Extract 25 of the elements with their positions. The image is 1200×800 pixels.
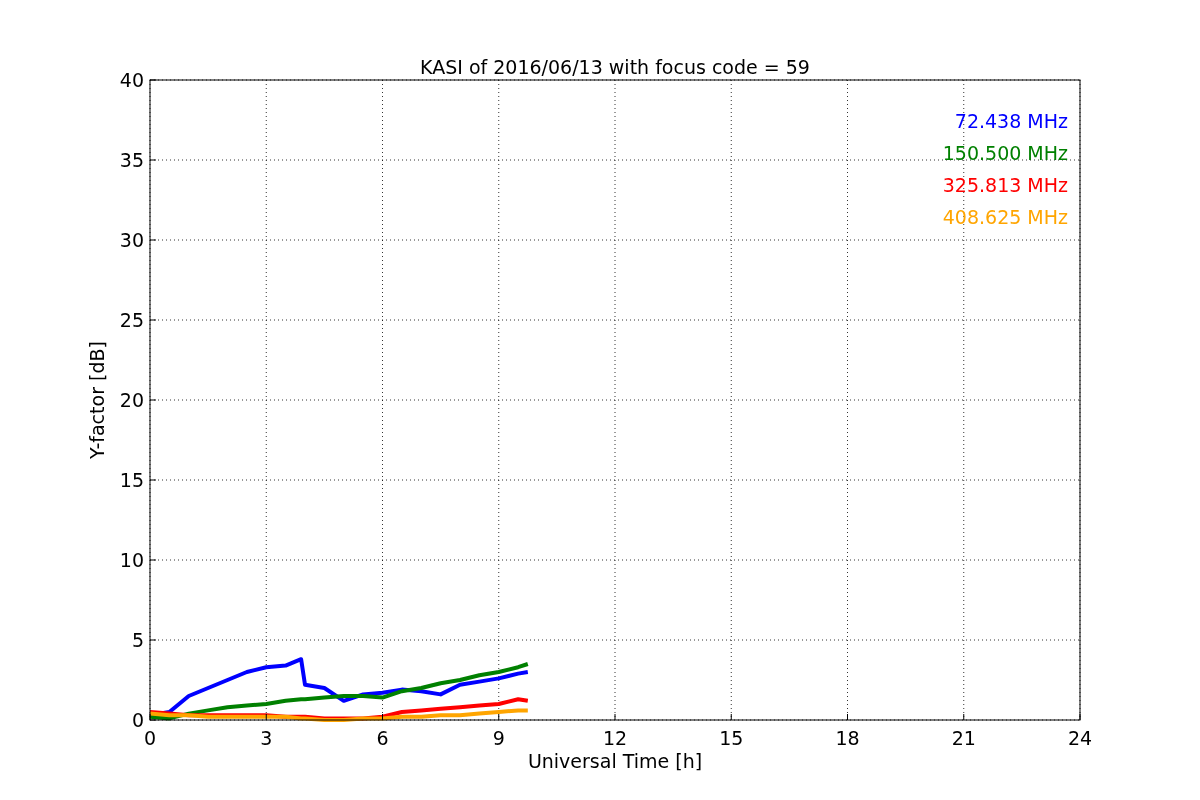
legend-label: 72.438 MHz xyxy=(954,110,1068,132)
x-tick-label: 0 xyxy=(143,727,157,749)
legend-label: 408.625 MHz xyxy=(942,206,1068,228)
y-tick-label: 5 xyxy=(131,629,144,651)
x-tick-label: 6 xyxy=(376,727,389,749)
y-tick-label: 15 xyxy=(119,469,144,491)
x-tick-label: 18 xyxy=(835,727,860,749)
x-tick-label: 9 xyxy=(492,727,505,749)
x-tick-label: 12 xyxy=(602,727,628,749)
x-tick-label: 24 xyxy=(1067,727,1093,749)
legend-label: 150.500 MHz xyxy=(942,142,1068,164)
y-tick-label: 40 xyxy=(119,69,144,91)
y-tick-label: 0 xyxy=(131,709,144,731)
y-tick-label: 20 xyxy=(119,389,144,411)
legend-label: 325.813 MHz xyxy=(942,174,1068,196)
y-tick-label: 30 xyxy=(119,229,144,251)
chart-title: KASI of 2016/06/13 with focus code = 59 xyxy=(420,56,810,78)
y-axis-label: Y-factor [dB] xyxy=(86,341,108,459)
x-tick-label: 21 xyxy=(951,727,976,749)
y-tick-label: 35 xyxy=(119,149,144,171)
x-axis-label: Universal Time [h] xyxy=(527,750,703,772)
y-tick-label: 25 xyxy=(119,309,144,331)
x-tick-label: 15 xyxy=(719,727,744,749)
x-tick-label: 3 xyxy=(260,727,273,749)
y-tick-label: 10 xyxy=(119,549,144,571)
